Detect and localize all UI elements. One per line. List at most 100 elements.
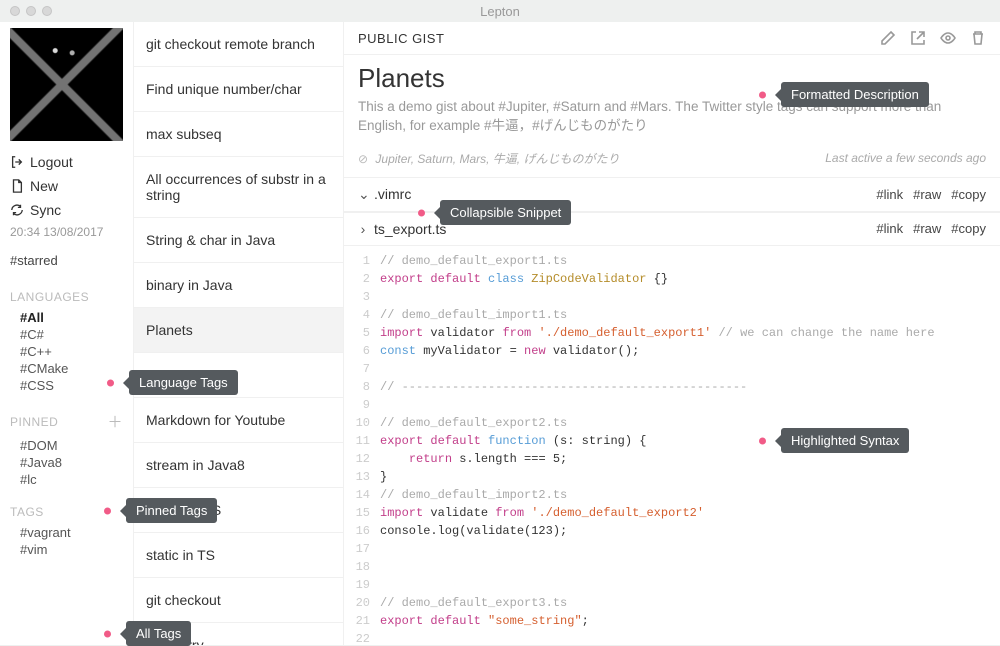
- gist-list-item[interactable]: String & char in Java: [134, 218, 343, 263]
- line-number: 17: [344, 540, 380, 558]
- logout-icon: [10, 155, 24, 169]
- line-number: 15: [344, 504, 380, 522]
- gist-list-item[interactable]: git checkout remote branch: [134, 22, 343, 67]
- gist-list-item[interactable]: stream in Java8: [134, 443, 343, 488]
- line-number: 11: [344, 432, 380, 450]
- file-action[interactable]: #link: [876, 187, 903, 202]
- line-number: 12: [344, 450, 380, 468]
- line-number: 1: [344, 252, 380, 270]
- line-number: 8: [344, 378, 380, 396]
- sync-button[interactable]: Sync: [10, 199, 123, 221]
- trash-icon[interactable]: [970, 30, 986, 46]
- code-line: 15import validate from './demo_default_e…: [344, 504, 1000, 522]
- code-line: 4// demo_default_import1.ts: [344, 306, 1000, 324]
- gist-list-item[interactable]: All occurrences of substr in a string: [134, 157, 343, 218]
- window-title: Lepton: [0, 4, 1000, 19]
- gist-title: Planets: [344, 55, 1000, 96]
- file-action[interactable]: #raw: [913, 221, 941, 236]
- gist-list-item[interactable]: Markdown for Youtube: [134, 398, 343, 443]
- visibility-label: PUBLIC GIST: [358, 31, 444, 46]
- last-active: Last active a few seconds ago: [825, 151, 986, 165]
- new-label: New: [30, 178, 58, 194]
- add-pinned-button[interactable]: ＋: [107, 411, 123, 432]
- tags-list: #vagrant #vim: [10, 521, 123, 565]
- code-line: 17: [344, 540, 1000, 558]
- sync-icon: [10, 203, 24, 217]
- logout-button[interactable]: Logout: [10, 151, 123, 173]
- pinned-tag[interactable]: #DOM: [20, 438, 123, 453]
- sidebar: Logout New Sync 20:34 13/08/2017 #starre…: [0, 22, 133, 645]
- gist-list-item[interactable]: binary in Java: [134, 263, 343, 308]
- open-external-icon[interactable]: [910, 30, 926, 46]
- line-number: 14: [344, 486, 380, 504]
- language-tag[interactable]: #C#: [20, 327, 123, 342]
- file-action[interactable]: #link: [876, 221, 903, 236]
- line-number: 13: [344, 468, 380, 486]
- sync-label: Sync: [30, 202, 61, 218]
- gist-list-item[interactable]: git checkout: [134, 578, 343, 623]
- gist-detail: PUBLIC GIST Planets This a demo gist abo…: [343, 22, 1000, 645]
- code-line: 3: [344, 288, 1000, 306]
- language-tag[interactable]: #CMake: [20, 361, 123, 376]
- logout-label: Logout: [30, 154, 73, 170]
- sync-timestamp: 20:34 13/08/2017: [10, 225, 123, 239]
- gist-tags-row: ⊘ Jupiter, Saturn, Mars, 牛逼, げんじものがたり La…: [344, 138, 1000, 177]
- code-line: 5import validator from './demo_default_e…: [344, 324, 1000, 342]
- code-line: 8// ------------------------------------…: [344, 378, 1000, 396]
- gist-list-item[interactable]: Planets: [134, 308, 343, 353]
- eye-icon[interactable]: [940, 30, 956, 46]
- file-header[interactable]: ›ts_export.ts#link#raw#copy: [344, 212, 1000, 246]
- code-line: 19: [344, 576, 1000, 594]
- custom-tag[interactable]: #vagrant: [20, 525, 123, 540]
- edit-icon[interactable]: [880, 30, 896, 46]
- pinned-list: #DOM #Java8 #lc: [10, 434, 123, 495]
- gist-list-item[interactable]: git cherry: [134, 623, 343, 645]
- file-action[interactable]: #copy: [951, 221, 986, 236]
- gist-description: This a demo gist about #Jupiter, #Saturn…: [344, 96, 1000, 138]
- gist-list-item[interactable]: Find unique number/char: [134, 67, 343, 112]
- line-number: 20: [344, 594, 380, 612]
- code-line: 2export default class ZipCodeValidator {…: [344, 270, 1000, 288]
- line-number: 7: [344, 360, 380, 378]
- avatar[interactable]: [10, 28, 123, 141]
- pinned-tag[interactable]: #lc: [20, 472, 123, 487]
- line-number: 19: [344, 576, 380, 594]
- line-number: 5: [344, 324, 380, 342]
- line-number: 21: [344, 612, 380, 630]
- line-number: 3: [344, 288, 380, 306]
- line-number: 18: [344, 558, 380, 576]
- language-tag[interactable]: #All: [20, 310, 123, 325]
- code-line: 9: [344, 396, 1000, 414]
- line-number: 16: [344, 522, 380, 540]
- code-line: 6const myValidator = new validator();: [344, 342, 1000, 360]
- tags-section-title: TAGS: [10, 505, 123, 519]
- code-line: 1// demo_default_export1.ts: [344, 252, 1000, 270]
- file-action[interactable]: #raw: [913, 187, 941, 202]
- file-name: ts_export.ts: [374, 221, 446, 237]
- code-line: 14// demo_default_import2.ts: [344, 486, 1000, 504]
- code-line: 20// demo_default_export3.ts: [344, 594, 1000, 612]
- chevron-down-icon: ⌄: [358, 186, 368, 203]
- code-line: 11export default function (s: string) {: [344, 432, 1000, 450]
- line-number: 6: [344, 342, 380, 360]
- language-tag[interactable]: #CSS: [20, 378, 123, 393]
- new-button[interactable]: New: [10, 175, 123, 197]
- starred-filter[interactable]: #starred: [10, 251, 123, 270]
- language-tag[interactable]: #C++: [20, 344, 123, 359]
- custom-tag[interactable]: #vim: [20, 542, 123, 557]
- gist-list-item[interactable]: alias in TS: [134, 353, 343, 398]
- gist-list-item[interactable]: max subseq: [134, 112, 343, 157]
- code-view: 1// demo_default_export1.ts2export defau…: [344, 246, 1000, 645]
- file-name: .vimrc: [374, 186, 411, 202]
- gist-list-item[interactable]: export in TS: [134, 488, 343, 533]
- file-header[interactable]: ⌄ .vimrc #link #raw #copy: [344, 177, 1000, 212]
- tag-icon: ⊘: [358, 152, 368, 166]
- code-line: 10// demo_default_export2.ts: [344, 414, 1000, 432]
- gist-list-item[interactable]: static in TS: [134, 533, 343, 578]
- window-titlebar: Lepton: [0, 0, 1000, 22]
- code-line: 16console.log(validate(123);: [344, 522, 1000, 540]
- file-action[interactable]: #copy: [951, 187, 986, 202]
- pinned-tag[interactable]: #Java8: [20, 455, 123, 470]
- line-number: 22: [344, 630, 380, 645]
- pinned-section-title: PINNED ＋: [10, 411, 123, 432]
